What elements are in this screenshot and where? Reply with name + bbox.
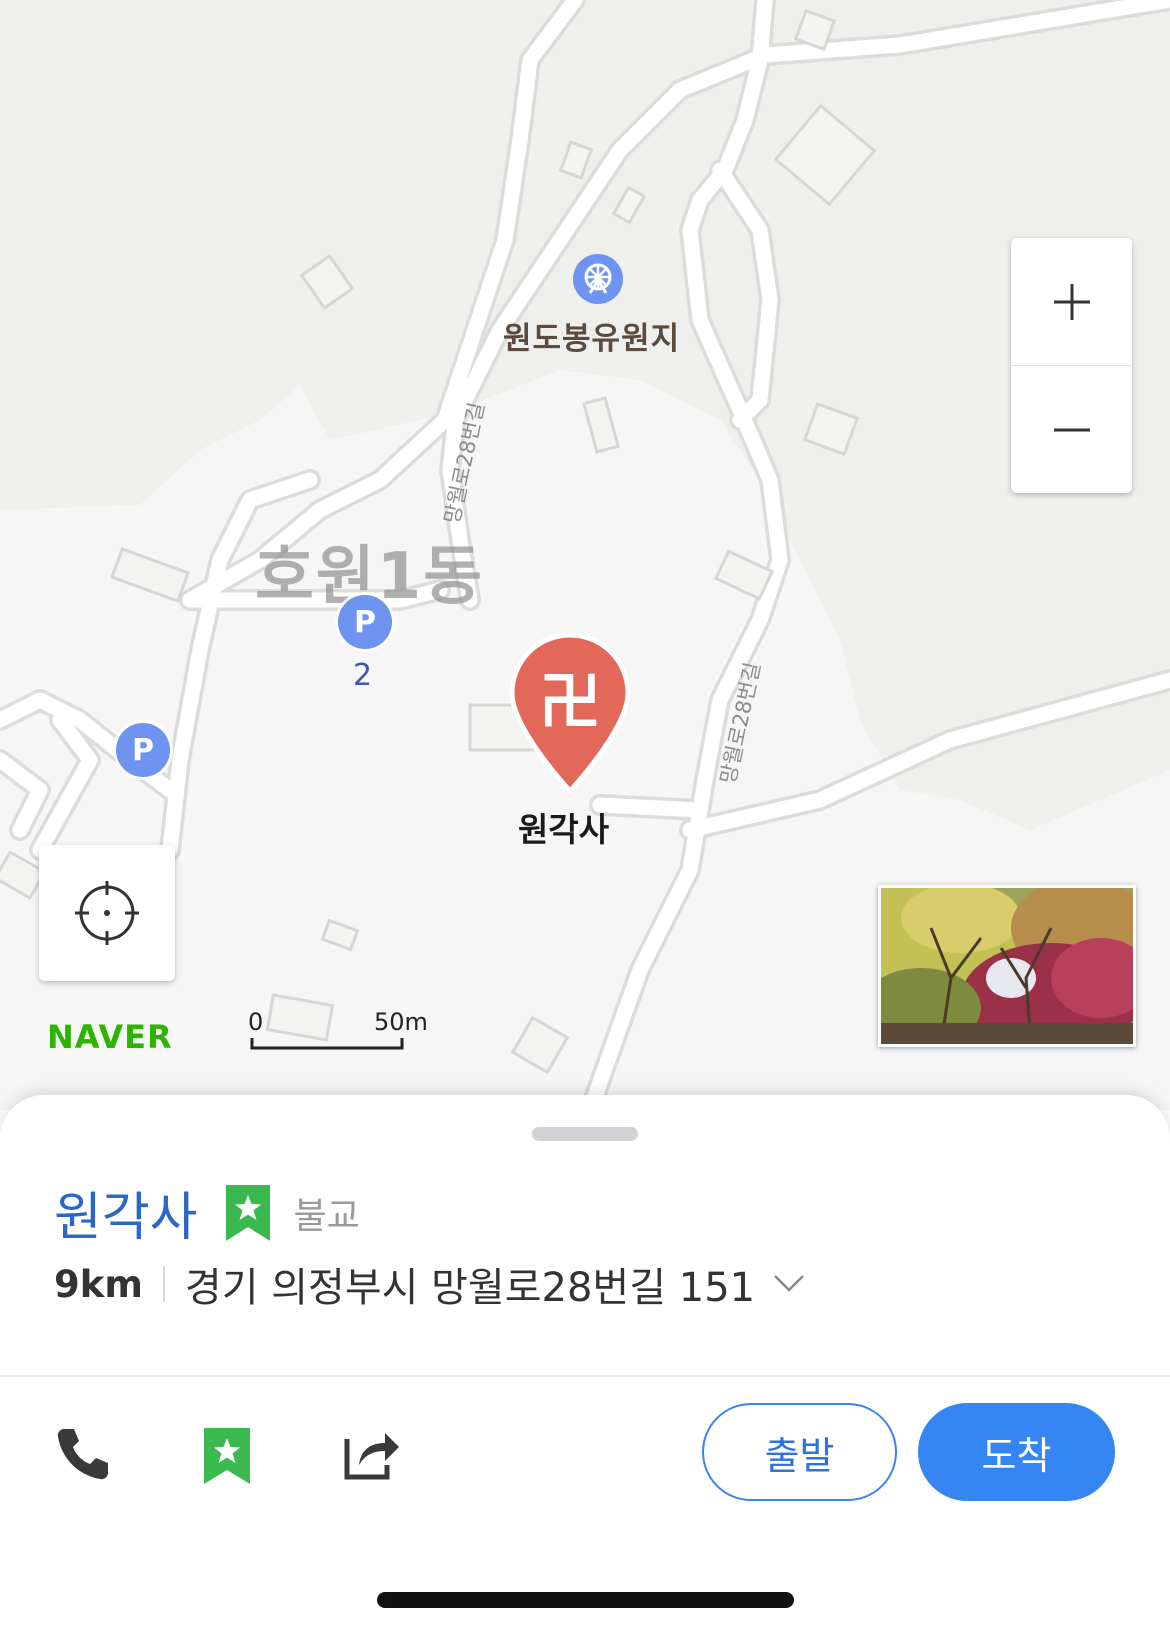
share-button[interactable]	[343, 1425, 401, 1487]
place-pin-marker[interactable]: 卍	[508, 632, 632, 795]
parking-marker[interactable]: P	[116, 723, 170, 777]
parking-marker[interactable]: P	[338, 595, 392, 649]
zoom-in-button[interactable]	[1011, 238, 1132, 365]
start-route-button[interactable]: 출발	[702, 1403, 897, 1501]
arrive-route-button[interactable]: 도착	[918, 1403, 1115, 1501]
place-photo-thumbnail[interactable]	[878, 885, 1136, 1047]
parking-count-label: 2	[353, 658, 373, 693]
call-button[interactable]	[54, 1425, 112, 1487]
pin-label[interactable]: 원각사	[518, 803, 609, 851]
poi-label-wondobong[interactable]: 원도봉유원지	[503, 313, 680, 358]
crosshair-icon	[75, 881, 139, 945]
bookmark-star-icon	[204, 1428, 250, 1484]
amusement-park-icon[interactable]	[572, 253, 624, 309]
plus-icon	[1053, 283, 1090, 320]
zoom-out-button[interactable]	[1011, 365, 1132, 493]
place-bottom-sheet[interactable]: 원각사 불교 9km 경기 의정부시 망월로28번길 151 출발 도착	[0, 1095, 1170, 1633]
address-row[interactable]: 9km 경기 의정부시 망월로28번길 151	[54, 1255, 805, 1313]
autumn-photo	[881, 888, 1133, 1044]
minus-icon	[1053, 428, 1090, 431]
distance: 9km	[54, 1262, 143, 1306]
chevron-down-icon[interactable]	[773, 1274, 805, 1294]
home-indicator[interactable]	[377, 1592, 794, 1608]
temple-symbol: 卍	[538, 665, 601, 738]
scale-line	[250, 1038, 404, 1050]
address: 경기 의정부시 망월로28번길 151	[184, 1265, 756, 1311]
share-icon	[344, 1433, 399, 1480]
naver-logo: NAVER	[47, 1018, 173, 1056]
map-view[interactable]: 원도봉유원지 호원1동 망월로28번길 망월로28번길 P 2 P 卍 원각사	[0, 0, 1170, 1110]
save-button[interactable]	[204, 1428, 250, 1488]
place-name[interactable]: 원각사	[54, 1175, 198, 1250]
place-title-row: 원각사 불교	[54, 1175, 360, 1250]
sheet-drag-handle[interactable]	[532, 1127, 638, 1141]
phone-icon	[57, 1429, 108, 1480]
place-category: 불교	[293, 1195, 360, 1237]
zoom-controls	[1011, 238, 1132, 493]
current-location-button[interactable]	[39, 845, 175, 981]
bookmark-star-icon[interactable]	[225, 1184, 270, 1241]
separator	[162, 1266, 165, 1302]
divider	[0, 1375, 1170, 1377]
